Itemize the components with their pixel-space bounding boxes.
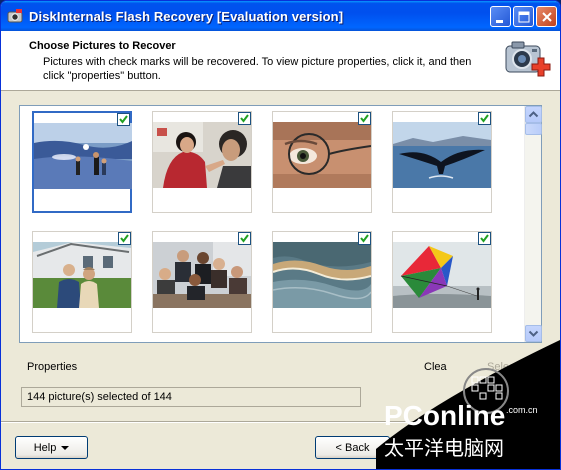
back-label: < Back — [335, 441, 370, 454]
maximize-button[interactable] — [513, 6, 534, 27]
thumbnail-eye[interactable] — [272, 111, 372, 213]
picture-whale-tail — [393, 122, 491, 188]
checkbox-checked[interactable] — [238, 112, 251, 125]
checkbox-checked[interactable] — [478, 112, 491, 125]
maximize-icon — [518, 11, 530, 23]
minimize-button[interactable] — [490, 6, 511, 27]
checkmark-icon — [360, 234, 369, 243]
picture-gallery[interactable] — [19, 105, 542, 343]
checkbox-checked[interactable] — [117, 113, 130, 126]
thumbnail-presenter[interactable] — [152, 111, 252, 213]
thumbnail-couple[interactable] — [32, 231, 132, 333]
close-button[interactable] — [536, 6, 557, 27]
minimize-icon — [496, 20, 503, 23]
picture-ocean-wave — [273, 242, 371, 308]
checkbox-checked[interactable] — [238, 232, 251, 245]
thumbnail-whale[interactable] — [392, 111, 492, 213]
checkmark-icon — [480, 114, 489, 123]
thumbnail-wave[interactable] — [272, 231, 372, 333]
help-label: Help — [33, 441, 57, 454]
watermark-brand: PConline — [384, 400, 505, 431]
camera-recovery-logo — [505, 41, 551, 77]
thumbnail-beach[interactable] — [32, 111, 132, 213]
wizard-header: Choose Pictures to Recover Pictures with… — [1, 31, 560, 91]
arrow-up-icon — [528, 111, 539, 118]
pconline-watermark: PConline .com.cn 太平洋电脑网 — [376, 339, 560, 469]
picture-beach-people — [34, 123, 132, 189]
picture-kite — [393, 242, 491, 308]
app-window: DiskInternals Flash Recovery [Evaluation… — [0, 0, 561, 470]
dropdown-caret-icon — [61, 445, 70, 450]
scroll-up-button[interactable] — [525, 106, 542, 123]
properties-button[interactable]: Properties — [27, 361, 77, 373]
checkbox-checked[interactable] — [358, 112, 371, 125]
checkbox-checked[interactable] — [478, 232, 491, 245]
app-icon — [7, 9, 23, 23]
checkmark-icon — [120, 234, 129, 243]
page-description: Pictures with check marks will be recove… — [43, 56, 472, 82]
help-button[interactable]: Help — [15, 436, 88, 459]
checkmark-icon — [480, 234, 489, 243]
thumbnail-meeting[interactable] — [152, 231, 252, 333]
page-title: Choose Pictures to Recover — [29, 40, 176, 52]
checkmark-icon — [360, 114, 369, 123]
checkmark-icon — [119, 115, 128, 124]
selection-status: 144 picture(s) selected of 144 — [21, 387, 361, 407]
title-bar[interactable]: DiskInternals Flash Recovery [Evaluation… — [1, 1, 560, 31]
thumbnail-kite[interactable] — [392, 231, 492, 333]
checkmark-icon — [240, 234, 249, 243]
watermark-domain: .com.cn — [506, 405, 538, 415]
picture-business-meeting — [153, 242, 251, 308]
watermark-chinese: 太平洋电脑网 — [384, 436, 504, 460]
checkbox-checked[interactable] — [118, 232, 131, 245]
vertical-scrollbar[interactable] — [524, 106, 542, 342]
scroll-thumb[interactable] — [525, 123, 542, 135]
picture-couple-house — [33, 242, 131, 308]
window-title: DiskInternals Flash Recovery [Evaluation… — [29, 8, 344, 24]
picture-woman-presenting — [153, 122, 251, 188]
picture-eye-glasses — [273, 122, 371, 188]
close-icon — [542, 12, 552, 22]
checkbox-checked[interactable] — [358, 232, 371, 245]
checkmark-icon — [240, 114, 249, 123]
